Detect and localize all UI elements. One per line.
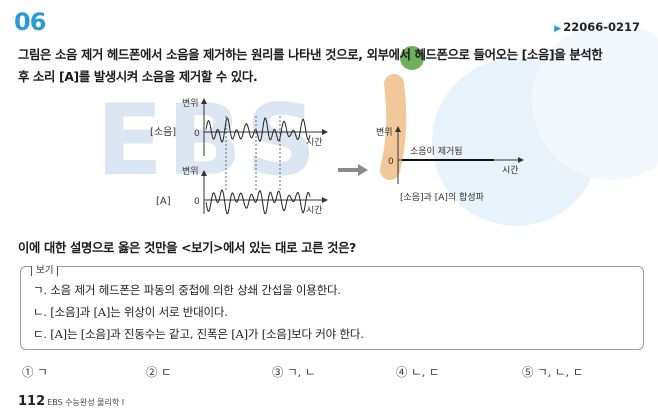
result-origin-label: 0	[388, 157, 394, 167]
noise-y-label: 변위	[182, 98, 199, 109]
book-title: EBS 수능완성 물리학 Ⅰ	[47, 398, 125, 407]
choice-2[interactable]: ② ㄷ	[146, 364, 172, 380]
question-number: 06	[14, 8, 46, 36]
choice-4[interactable]: ④ ㄴ, ㄷ	[396, 364, 440, 380]
result-x-label: 시간	[502, 165, 519, 176]
choice-5[interactable]: ⑤ ㄱ, ㄴ, ㄷ	[522, 364, 584, 380]
a-waveform	[205, 189, 311, 214]
question-stem: 그림은 소음 제거 헤드폰에서 소음을 제거하는 원리를 나타낸 것으로, 외부…	[18, 44, 644, 88]
noise-waveform	[205, 117, 311, 143]
triangle-icon: ▶	[554, 24, 562, 34]
bogi-label: 보기	[31, 266, 59, 276]
page-number: 112	[18, 394, 46, 409]
result-caption: [소음]과 [A]의 합성파	[400, 192, 485, 203]
noise-origin-label: 0	[194, 129, 200, 139]
stem-line-1: 그림은 소음 제거 헤드폰에서 소음을 제거하는 원리를 나타낸 것으로, 외부…	[18, 48, 603, 62]
stem-line-2: 후 소리 [A]를 발생시켜 소음을 제거할 수 있다.	[18, 70, 258, 84]
question-code-text: 22066-0217	[563, 20, 640, 34]
phase-alignment-lines	[225, 116, 281, 190]
bogi-box: 보기 ㄱ. 소음 제거 헤드폰은 파동의 중첩에 의한 상쇄 간섭을 이용한다.…	[20, 266, 644, 350]
choice-1[interactable]: ① ㄱ	[22, 364, 48, 380]
result-y-label: 변위	[376, 127, 393, 138]
right-arrow-icon	[338, 164, 368, 176]
noise-removed-annotation: 소음이 제거됨	[410, 145, 463, 157]
bogi-item-2: ㄴ. [소음]과 [A]는 위상이 서로 반대이다.	[33, 305, 228, 319]
bogi-item-1: ㄱ. 소음 제거 헤드폰은 파동의 중첩에 의한 상쇄 간섭을 이용한다.	[33, 283, 341, 297]
question-code: ▶ 22066-0217	[554, 20, 640, 34]
a-x-label: 시간	[306, 205, 323, 214]
page-footer: 112 EBS 수능완성 물리학 Ⅰ	[18, 394, 124, 409]
choice-3[interactable]: ③ ㄱ, ㄴ	[272, 364, 316, 380]
question-prompt: 이에 대한 설명으로 옳은 것만을 <보기>에서 있는 대로 고른 것은?	[18, 241, 356, 255]
wave-figure: 변위 [소음] 0 시간 변위 [A] 0 시간 변위 0 시간 소음이 제거됨…	[150, 98, 524, 214]
a-origin-label: 0	[194, 197, 200, 207]
a-y-label: 변위	[182, 166, 199, 177]
noise-label: [소음]	[150, 126, 176, 138]
a-label: [A]	[156, 196, 171, 207]
bogi-item-3: ㄷ. [A]는 [소음]과 진동수는 같고, 진폭은 [A]가 [소음]보다 커…	[33, 327, 364, 341]
